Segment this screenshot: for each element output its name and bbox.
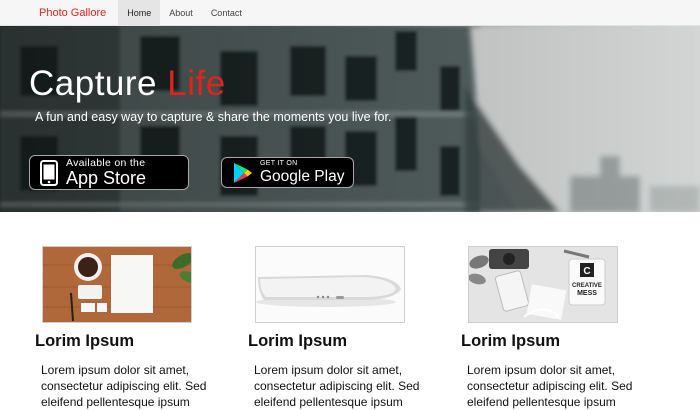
google-play-badge[interactable]: GET IT ON Google Play: [221, 157, 354, 188]
card-text: Lorem ipsum dolor sit amet, consectetur …: [41, 363, 207, 409]
hero-title: Capture Life: [29, 64, 226, 104]
hero-subtitle: A fun and easy way to capture & share th…: [35, 110, 392, 124]
navbar: Photo Gallore Home About Contact: [0, 0, 700, 26]
hero-title-main: Capture: [29, 64, 168, 103]
app-store-badge[interactable]: Available on the App Store: [29, 155, 189, 190]
app-store-big-label: App Store: [66, 168, 147, 189]
app-store-badge-text: Available on the App Store: [66, 158, 146, 188]
card-image-phone: [255, 246, 405, 323]
nav-item-contact[interactable]: Contact: [202, 0, 251, 26]
card-image-desk: [42, 246, 192, 323]
google-play-big-label: Google Play: [260, 168, 345, 186]
hero-banner: Capture Life A fun and easy way to captu…: [0, 26, 700, 212]
google-play-icon: [231, 162, 253, 184]
mug-label-2: MESS: [577, 290, 597, 297]
card-text: Lorem ipsum dolor sit amet, consectetur …: [467, 363, 633, 409]
hero-title-accent: Life: [167, 64, 226, 103]
feature-card: Lorim Ipsum Lorem ipsum dolor sit amet, …: [248, 246, 455, 409]
card-image-creative-mess: C CREATIVE MESS: [468, 246, 618, 323]
card-text: Lorem ipsum dolor sit amet, consectetur …: [254, 363, 420, 409]
card-title: Lorim Ipsum: [35, 332, 135, 350]
app-store-small-label: Available on the: [66, 156, 146, 169]
brand-link[interactable]: Photo Gallore: [39, 0, 106, 26]
google-play-badge-text: GET IT ON Google Play: [260, 160, 344, 185]
nav-item-home[interactable]: Home: [118, 0, 161, 26]
google-play-small-label: GET IT ON: [260, 160, 298, 168]
feature-card: Lorim Ipsum Lorem ipsum dolor sit amet, …: [35, 246, 242, 409]
mug-label: CREATIVE: [572, 283, 602, 289]
nav-item-about[interactable]: About: [160, 0, 202, 26]
phone-icon: [39, 159, 59, 186]
mug-letter: C: [583, 266, 590, 277]
card-title: Lorim Ipsum: [248, 332, 348, 350]
nav-menu: Home About Contact: [118, 0, 251, 26]
feature-card: C CREATIVE MESS Lorim Ipsum Lorem ipsum …: [461, 246, 668, 409]
card-title: Lorim Ipsum: [461, 332, 561, 350]
